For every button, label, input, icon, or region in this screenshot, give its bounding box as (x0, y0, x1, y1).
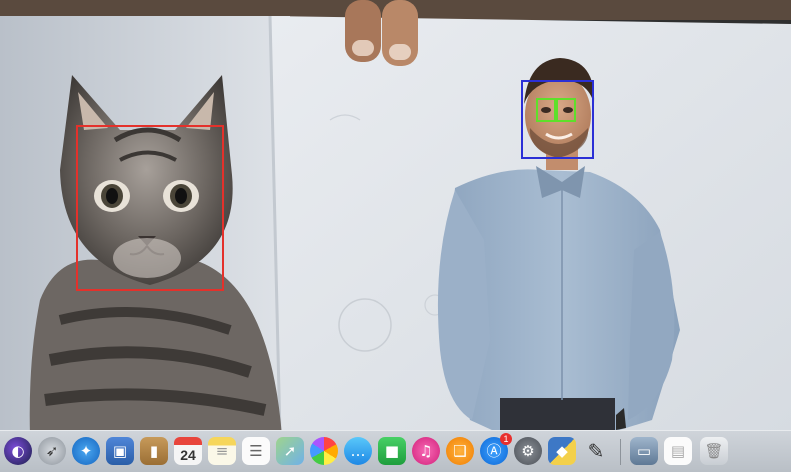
app-store-icon[interactable]: Ⓐ 1 (480, 433, 512, 465)
python-icon[interactable]: ◆ (548, 437, 576, 465)
document-icon[interactable]: ▤ (664, 437, 692, 465)
downloads-folder-icon[interactable]: ▭ (630, 437, 658, 465)
webcam-stage: ◐ ➶ ✦ ▣ ▮ 24 ≡ ☰ ➚ … ■ ♫ ❑ Ⓐ 1 ⚙ ◆ ✎ ▭ ▤… (0, 0, 791, 472)
webcam-frame (0, 0, 791, 472)
calendar-day: 24 (180, 447, 196, 463)
calendar-icon[interactable]: 24 (174, 437, 202, 465)
app-store-badge: 1 (500, 433, 512, 445)
notes-icon[interactable]: ≡ (208, 437, 236, 465)
safari-icon[interactable]: ✦ (72, 437, 100, 465)
reminders-icon[interactable]: ☰ (242, 437, 270, 465)
dock-separator (620, 439, 621, 465)
pencil-icon[interactable]: ✎ (582, 437, 610, 465)
contacts-icon[interactable]: ▮ (140, 437, 168, 465)
preview-icon[interactable]: ▣ (106, 437, 134, 465)
photos-icon[interactable] (310, 437, 338, 465)
ibooks-icon[interactable]: ❑ (446, 437, 474, 465)
messages-icon[interactable]: … (344, 437, 372, 465)
siri-icon[interactable]: ◐ (4, 437, 32, 465)
dock: ◐ ➶ ✦ ▣ ▮ 24 ≡ ☰ ➚ … ■ ♫ ❑ Ⓐ 1 ⚙ ◆ ✎ ▭ ▤… (0, 430, 791, 472)
itunes-icon[interactable]: ♫ (412, 437, 440, 465)
facetime-icon[interactable]: ■ (378, 437, 406, 465)
maps-icon[interactable]: ➚ (276, 437, 304, 465)
system-preferences-icon[interactable]: ⚙ (514, 437, 542, 465)
trash-icon[interactable]: 🗑 (700, 437, 728, 465)
launchpad-icon[interactable]: ➶ (38, 437, 66, 465)
